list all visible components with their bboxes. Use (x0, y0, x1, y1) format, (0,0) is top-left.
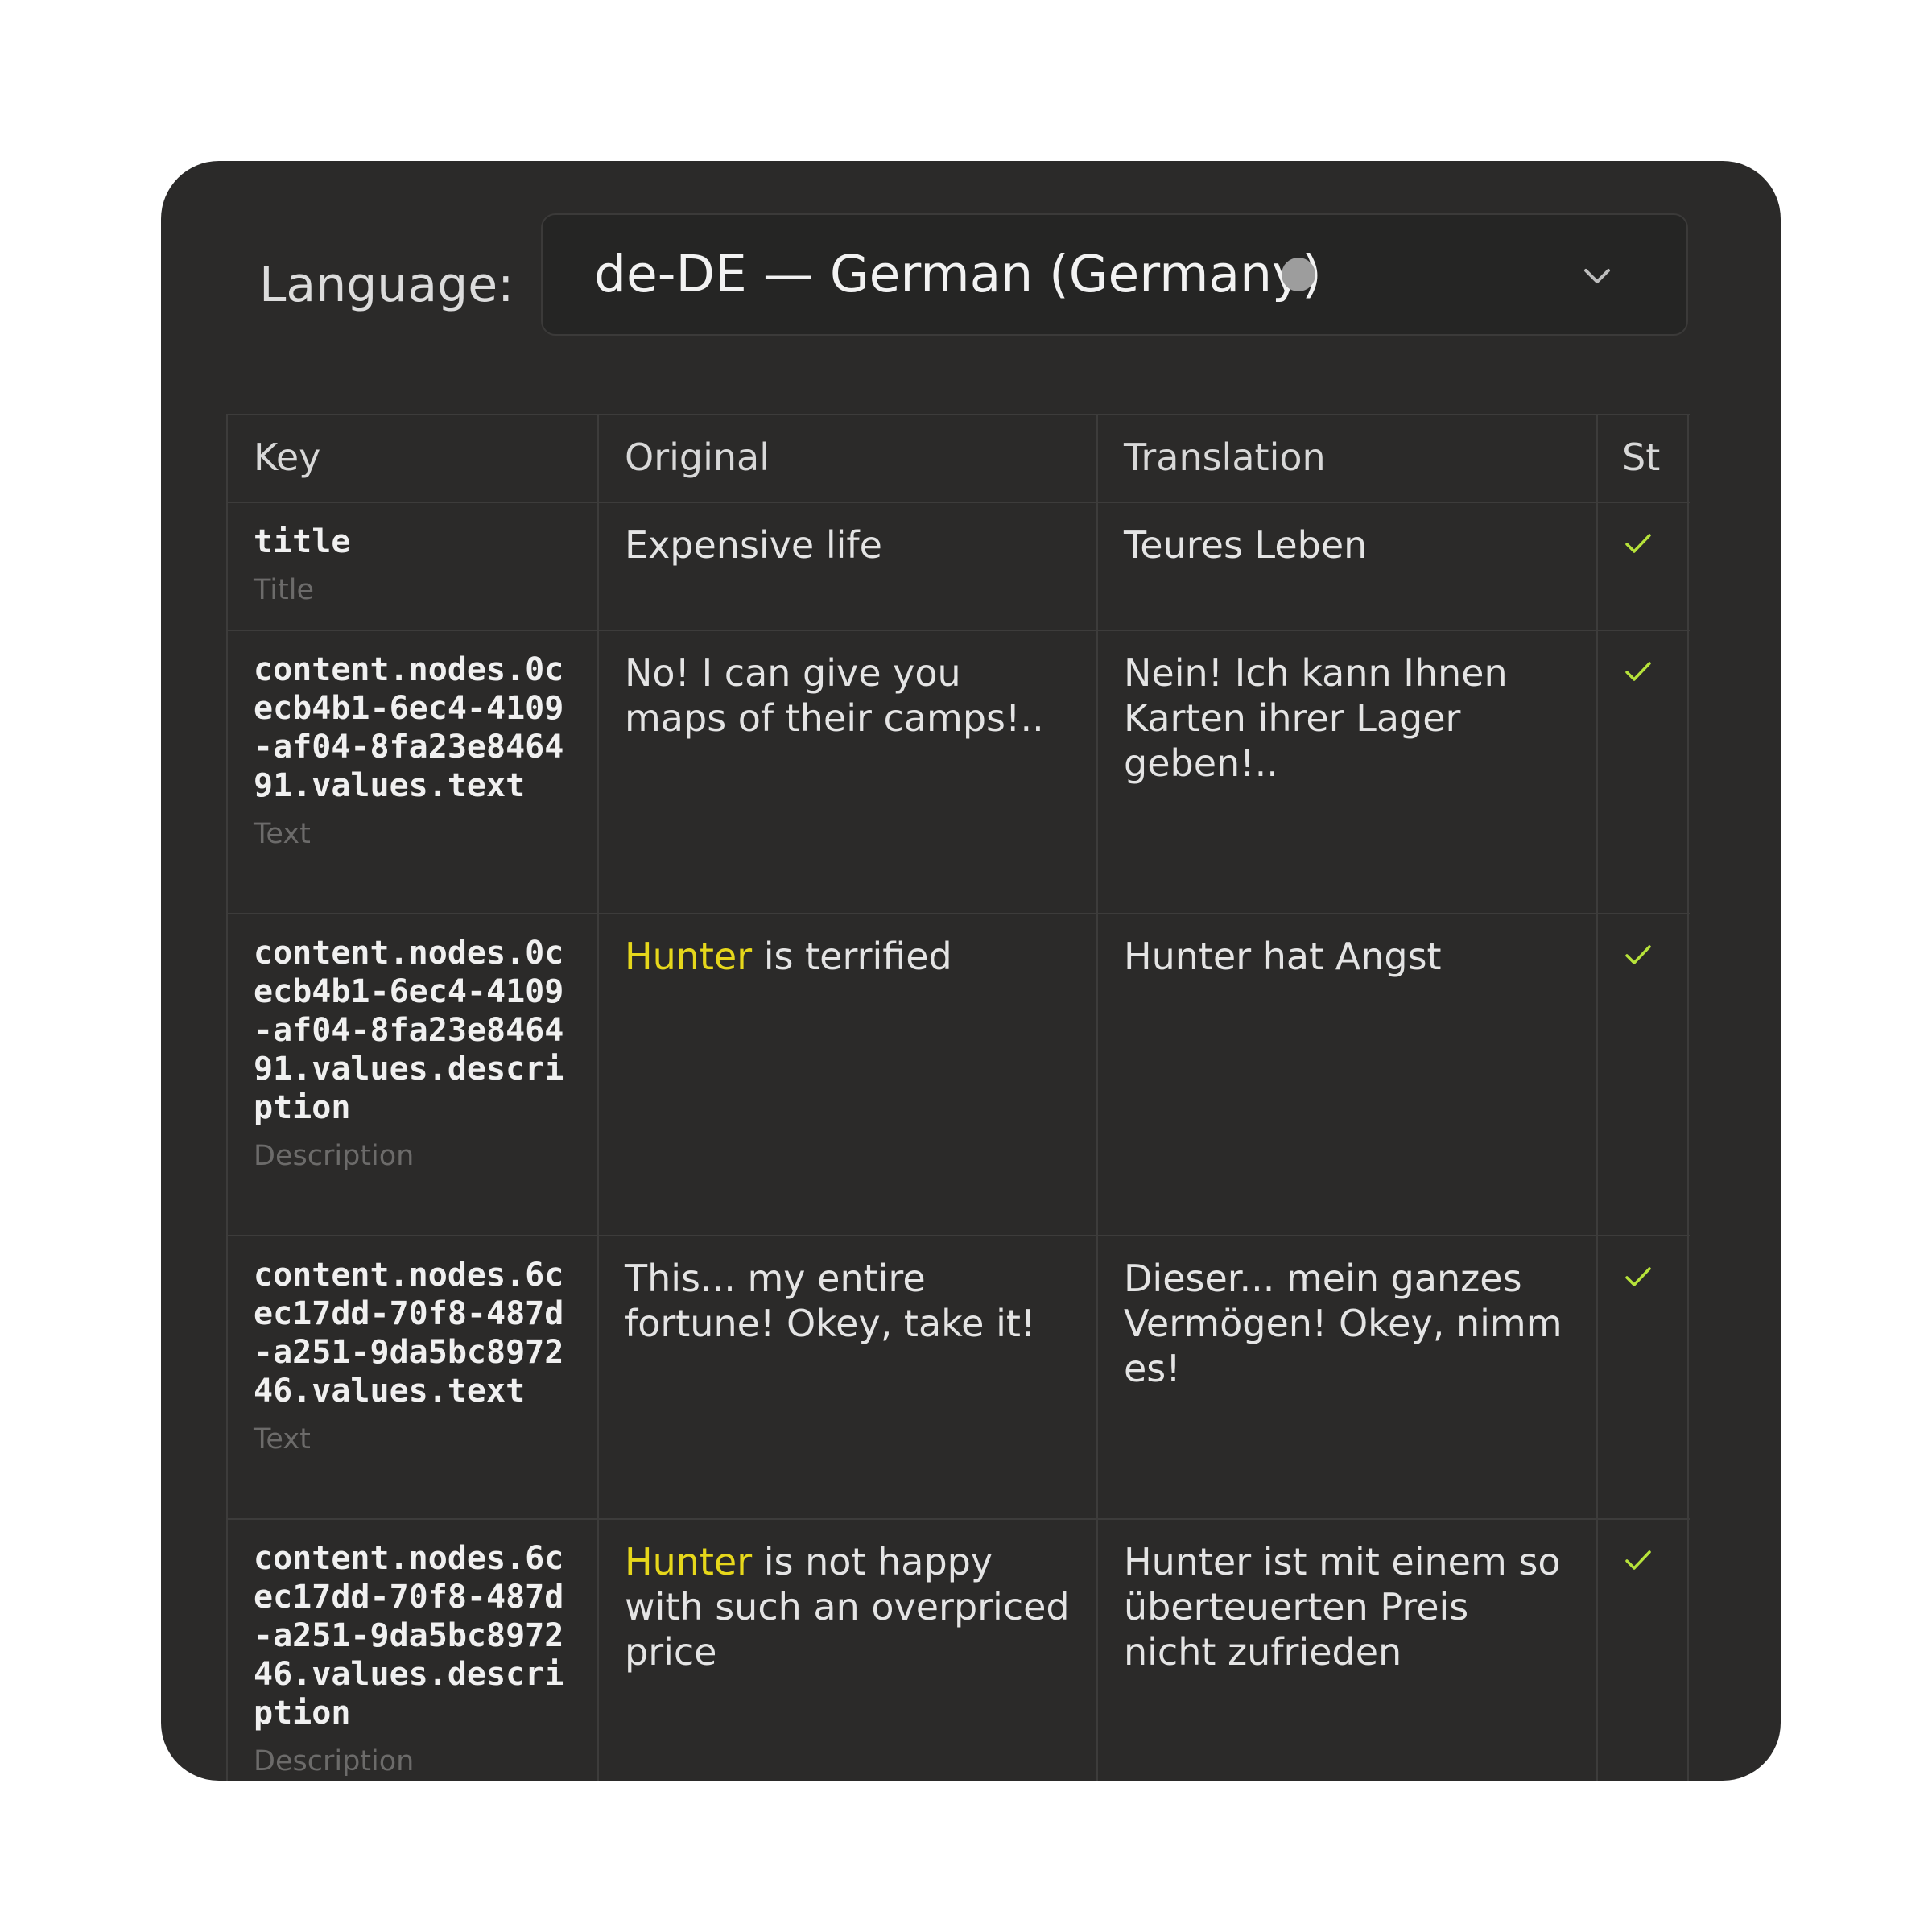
translation-text: Hunter ist mit einem so überteuerten Pre… (1124, 1540, 1561, 1674)
status-cell (1598, 914, 1689, 1235)
key-text: content.nodes.0cecb4b1-6ec4-4109-af04-8f… (254, 651, 564, 804)
key-text: title (254, 523, 351, 560)
key-cell: content.nodes.6cec17dd-70f8-487d-a251-9d… (228, 1236, 599, 1518)
table-row[interactable]: content.nodes.0cecb4b1-6ec4-4109-af04-8f… (228, 631, 1690, 914)
original-cell: No! I can give you maps of their camps!.… (599, 631, 1098, 913)
status-dot-icon (1282, 258, 1315, 291)
checkmark-icon (1625, 945, 1651, 964)
language-select[interactable]: de-DE — German (Germany) (541, 213, 1688, 336)
variable-highlight: Hunter (625, 935, 753, 978)
language-label: Language: (259, 257, 514, 313)
key-cell: content.nodes.0cecb4b1-6ec4-4109-af04-8f… (228, 914, 599, 1235)
translations-table: Key Original Translation St title Title … (226, 414, 1690, 1781)
status-cell (1598, 1236, 1689, 1518)
original-text: Expensive life (625, 523, 882, 567)
translation-cell[interactable]: Dieser... mein ganzes Vermögen! Okey, ni… (1098, 1236, 1598, 1518)
status-cell (1598, 1520, 1689, 1781)
original-cell: This... my entire fortune! Okey, take it… (599, 1236, 1098, 1518)
key-text: content.nodes.0cecb4b1-6ec4-4109-af04-8f… (254, 935, 564, 1126)
language-select-value: de-DE — German (Germany) (594, 245, 1322, 303)
key-cell: content.nodes.6cec17dd-70f8-487d-a251-9d… (228, 1520, 599, 1781)
column-header-translation[interactable]: Translation (1098, 415, 1598, 502)
original-cell: Expensive life (599, 503, 1098, 630)
table-row[interactable]: content.nodes.6cec17dd-70f8-487d-a251-9d… (228, 1236, 1690, 1520)
translation-cell[interactable]: Nein! Ich kann Ihnen Karten ihrer Lager … (1098, 631, 1598, 913)
table-row[interactable]: content.nodes.6cec17dd-70f8-487d-a251-9d… (228, 1520, 1690, 1781)
column-header-key[interactable]: Key (228, 415, 599, 502)
key-text: content.nodes.6cec17dd-70f8-487d-a251-9d… (254, 1257, 564, 1410)
key-type: Text (254, 1423, 311, 1455)
checkmark-icon (1625, 534, 1651, 553)
table-header-row: Key Original Translation St (228, 415, 1690, 503)
key-type: Text (254, 818, 311, 850)
table-row[interactable]: content.nodes.0cecb4b1-6ec4-4109-af04-8f… (228, 914, 1690, 1236)
key-type: Title (254, 574, 315, 606)
checkmark-icon (1625, 662, 1651, 681)
translation-cell[interactable]: Teures Leben (1098, 503, 1598, 630)
chevron-down-icon (1584, 269, 1610, 283)
translation-panel: Language: de-DE — German (Germany) Key O… (161, 161, 1781, 1781)
key-type: Description (254, 1140, 415, 1172)
original-text: No! I can give you maps of their camps!.… (625, 651, 1044, 740)
variable-highlight: Hunter (625, 1540, 753, 1583)
translation-text: Nein! Ich kann Ihnen Karten ihrer Lager … (1124, 651, 1508, 785)
key-text: content.nodes.6cec17dd-70f8-487d-a251-9d… (254, 1540, 564, 1732)
key-cell: title Title (228, 503, 599, 630)
key-cell: content.nodes.0cecb4b1-6ec4-4109-af04-8f… (228, 631, 599, 913)
original-text: This... my entire fortune! Okey, take it… (625, 1257, 1036, 1345)
key-type: Description (254, 1745, 415, 1777)
original-cell: Hunter is terrified (599, 914, 1098, 1235)
translation-text: Teures Leben (1124, 523, 1368, 567)
translation-text: Dieser... mein ganzes Vermögen! Okey, ni… (1124, 1257, 1563, 1390)
table-row[interactable]: title Title Expensive life Teures Leben (228, 503, 1690, 631)
original-text: is terrified (752, 935, 952, 978)
translation-text: Hunter hat Angst (1124, 935, 1442, 978)
column-header-status[interactable]: St (1598, 415, 1689, 502)
translation-cell[interactable]: Hunter hat Angst (1098, 914, 1598, 1235)
original-cell: Hunter is not happy with such an overpri… (599, 1520, 1098, 1781)
status-cell (1598, 631, 1689, 913)
checkmark-icon (1625, 1267, 1651, 1286)
translation-cell[interactable]: Hunter ist mit einem so überteuerten Pre… (1098, 1520, 1598, 1781)
checkmark-icon (1625, 1550, 1651, 1570)
column-header-original[interactable]: Original (599, 415, 1098, 502)
status-cell (1598, 503, 1689, 630)
